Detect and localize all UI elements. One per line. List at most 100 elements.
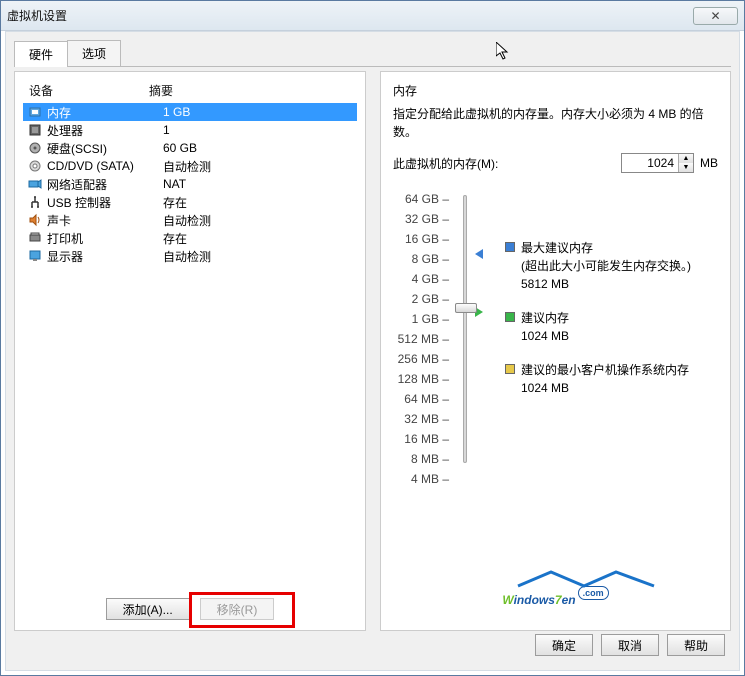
slider-tick-label: 8 MB ‒	[393, 449, 449, 469]
slider-tick-label: 8 GB ‒	[393, 249, 449, 269]
slider-tick-label: 64 GB ‒	[393, 189, 449, 209]
device-label: CD/DVD (SATA)	[47, 159, 163, 173]
window-title: 虚拟机设置	[7, 7, 693, 24]
hardware-row[interactable]: 打印机存在	[23, 229, 357, 247]
memory-field-row: 此虚拟机的内存(M): ▲ ▼ MB	[393, 153, 718, 173]
device-icon	[27, 231, 43, 245]
slider-tick-label: 512 MB ‒	[393, 329, 449, 349]
hardware-row[interactable]: 声卡自动检测	[23, 211, 357, 229]
legend-rec: 建议内存 1024 MB	[505, 309, 718, 345]
slider-tick-label: 32 MB ‒	[393, 409, 449, 429]
slider-thumb[interactable]	[455, 303, 477, 313]
device-summary: 自动检测	[163, 158, 353, 175]
legend-rec-value: 1024 MB	[521, 327, 569, 345]
device-icon	[27, 213, 43, 227]
device-label: 网络适配器	[47, 176, 163, 193]
slider-tick-label: 1 GB ‒	[393, 309, 449, 329]
tabs: 硬件 选项	[14, 40, 731, 67]
device-icon	[27, 249, 43, 263]
spinner-down[interactable]: ▼	[679, 163, 693, 172]
close-icon: ✕	[710, 9, 720, 23]
device-summary: 自动检测	[163, 212, 353, 229]
hardware-row[interactable]: 硬盘(SCSI)60 GB	[23, 139, 357, 157]
remove-button: 移除(R)	[200, 598, 275, 620]
legend-max-note: (超出此大小可能发生内存交换。)	[521, 257, 691, 275]
device-label: USB 控制器	[47, 194, 163, 211]
header-summary: 摘要	[149, 82, 351, 99]
content-area: 设备 摘要 内存1 GB处理器1硬盘(SCSI)60 GBCD/DVD (SAT…	[14, 71, 731, 631]
device-label: 声卡	[47, 212, 163, 229]
legend-max-swatch	[505, 242, 515, 252]
device-summary: 60 GB	[163, 141, 353, 155]
slider-tick-label: 256 MB ‒	[393, 349, 449, 369]
tab-hardware[interactable]: 硬件	[14, 41, 68, 67]
slider-ticks: 64 GB ‒32 GB ‒16 GB ‒8 GB ‒4 GB ‒2 GB ‒1…	[393, 189, 449, 469]
slider-tick-label: 4 MB ‒	[393, 469, 449, 489]
device-icon	[27, 141, 43, 155]
logo-w: W	[502, 593, 513, 607]
legend-rec-label: 建议内存	[521, 309, 569, 327]
hardware-list-header: 设备 摘要	[23, 78, 357, 103]
slider-tick-label: 16 MB ‒	[393, 429, 449, 449]
dialog-footer: 确定 取消 帮助	[535, 634, 725, 656]
legend-min-label: 建议的最小客户机操作系统内存	[521, 361, 689, 379]
device-summary: 自动检测	[163, 248, 353, 265]
hardware-row[interactable]: CD/DVD (SATA)自动检测	[23, 157, 357, 175]
legend-max-value: 5812 MB	[521, 275, 691, 293]
tab-options[interactable]: 选项	[67, 40, 121, 66]
device-summary: 存在	[163, 230, 353, 247]
logo-indows: indows	[514, 593, 555, 607]
device-label: 打印机	[47, 230, 163, 247]
device-summary: NAT	[163, 177, 353, 191]
device-label: 内存	[47, 104, 163, 121]
device-icon	[27, 123, 43, 137]
device-icon	[27, 159, 43, 173]
memory-slider-area: 64 GB ‒32 GB ‒16 GB ‒8 GB ‒4 GB ‒2 GB ‒1…	[393, 189, 718, 469]
add-button[interactable]: 添加(A)...	[106, 598, 190, 620]
vm-settings-window: 虚拟机设置 ✕ 硬件 选项 设备 摘要 内存1 GB处理器1硬盘(SCSI)60…	[0, 0, 745, 676]
legend-rec-swatch	[505, 312, 515, 322]
device-label: 硬盘(SCSI)	[47, 140, 163, 157]
hardware-panel: 设备 摘要 内存1 GB处理器1硬盘(SCSI)60 GBCD/DVD (SAT…	[14, 71, 366, 631]
close-button[interactable]: ✕	[693, 7, 738, 25]
slider-track[interactable]	[463, 195, 467, 463]
spinner-up[interactable]: ▲	[679, 154, 693, 163]
ok-button[interactable]: 确定	[535, 634, 593, 656]
memory-input[interactable]	[622, 154, 678, 172]
slider-tick-label: 2 GB ‒	[393, 289, 449, 309]
client-area: 硬件 选项 设备 摘要 内存1 GB处理器1硬盘(SCSI)60 GBCD/DV…	[5, 31, 740, 671]
device-icon	[27, 195, 43, 209]
hardware-row[interactable]: USB 控制器存在	[23, 193, 357, 211]
legend-max: 最大建议内存 (超出此大小可能发生内存交换。) 5812 MB	[505, 239, 718, 293]
slider-tick-label: 64 MB ‒	[393, 389, 449, 409]
help-button[interactable]: 帮助	[667, 634, 725, 656]
hardware-row[interactable]: 内存1 GB	[23, 103, 357, 121]
device-label: 处理器	[47, 122, 163, 139]
legend-min-value: 1024 MB	[521, 379, 689, 397]
memory-spinner[interactable]: ▲ ▼	[621, 153, 694, 173]
device-summary: 存在	[163, 194, 353, 211]
hardware-row[interactable]: 网络适配器NAT	[23, 175, 357, 193]
slider-tick-label: 32 GB ‒	[393, 209, 449, 229]
slider-tick-label: 4 GB ‒	[393, 269, 449, 289]
device-icon	[27, 177, 43, 191]
memory-title: 内存	[393, 82, 718, 99]
titlebar: 虚拟机设置 ✕	[1, 1, 744, 31]
memory-unit: MB	[700, 156, 718, 170]
cancel-button[interactable]: 取消	[601, 634, 659, 656]
slider-tick-label: 128 MB ‒	[393, 369, 449, 389]
memory-field-label: 此虚拟机的内存(M):	[393, 155, 498, 172]
hardware-row[interactable]: 显示器自动检测	[23, 247, 357, 265]
max-marker-icon	[475, 249, 483, 259]
hardware-row[interactable]: 处理器1	[23, 121, 357, 139]
watermark-logo: Windows7en.com	[381, 584, 730, 610]
logo-roof-icon	[516, 570, 656, 588]
memory-panel: 内存 指定分配给此虚拟机的内存量。内存大小必须为 4 MB 的倍数。 此虚拟机的…	[380, 71, 731, 631]
memory-description: 指定分配给此虚拟机的内存量。内存大小必须为 4 MB 的倍数。	[393, 105, 718, 141]
logo-7: 7	[555, 593, 562, 607]
slider-track-column	[457, 189, 497, 469]
legend-min: 建议的最小客户机操作系统内存 1024 MB	[505, 361, 718, 397]
legend-min-swatch	[505, 364, 515, 374]
device-icon	[27, 105, 43, 119]
memory-legend: 最大建议内存 (超出此大小可能发生内存交换。) 5812 MB 建议内存 102…	[505, 189, 718, 469]
